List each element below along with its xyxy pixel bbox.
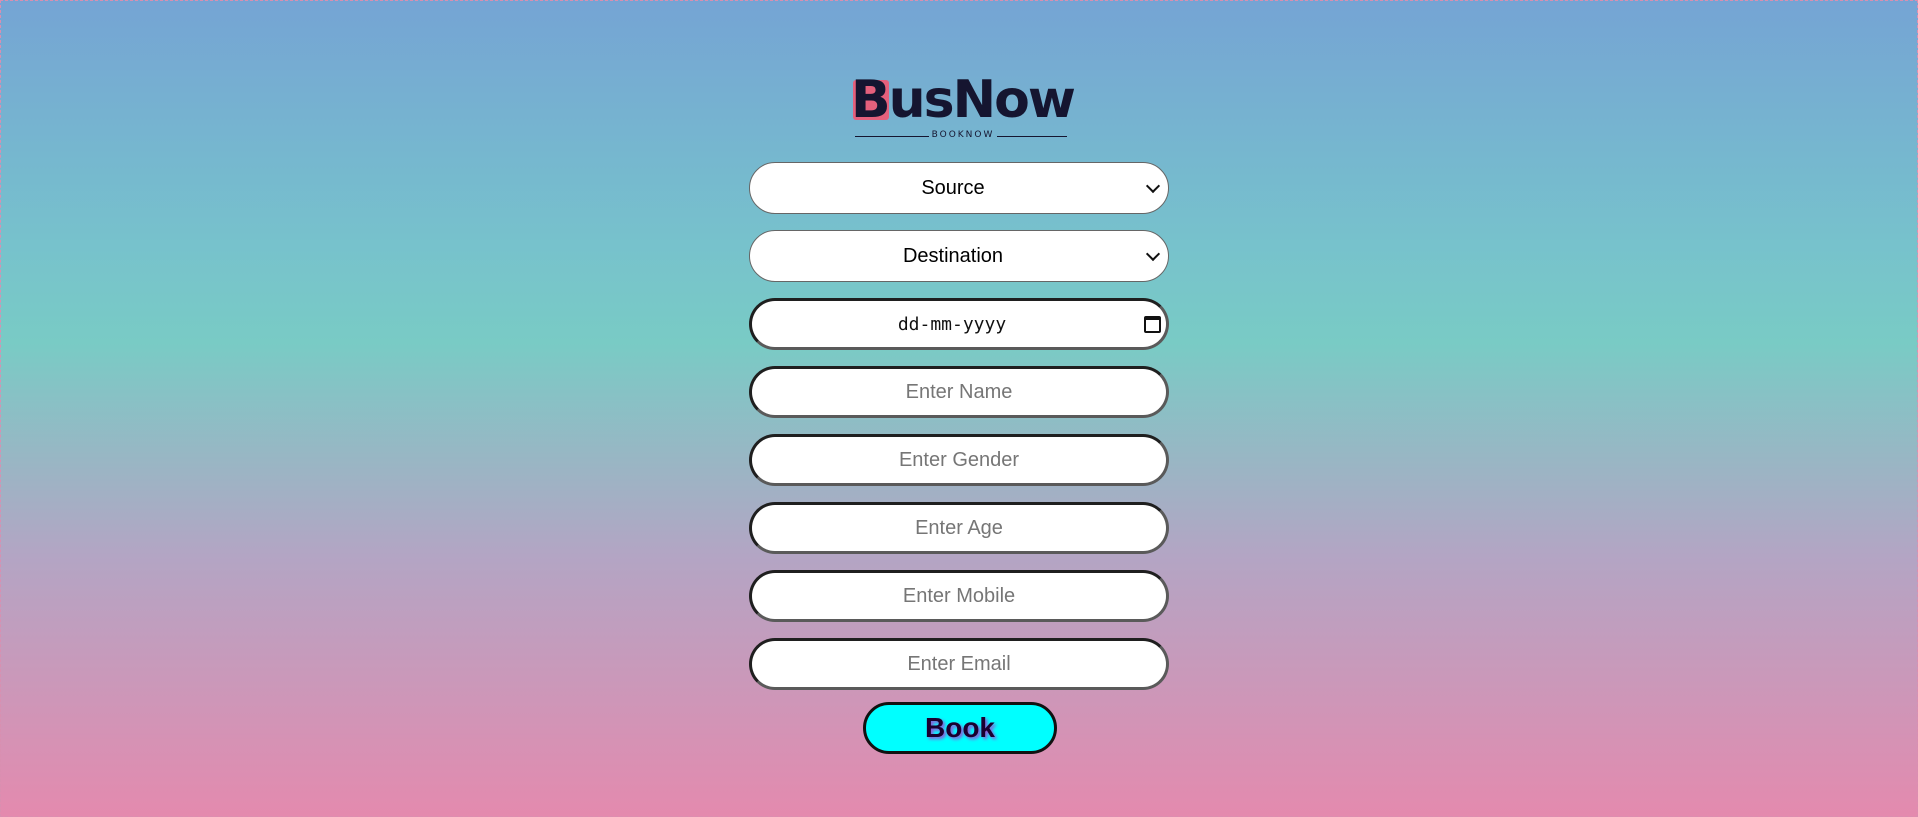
calendar-icon[interactable]: [1144, 316, 1161, 333]
logo-tagline: BOOKNOW: [931, 130, 995, 140]
busnow-logo: BusNow BOOKNOW: [849, 70, 1076, 150]
age-input[interactable]: [752, 505, 1166, 551]
destination-select-value: Destination: [902, 244, 1004, 267]
mobile-input[interactable]: [752, 573, 1166, 619]
email-input[interactable]: [752, 641, 1166, 687]
name-input[interactable]: [752, 369, 1166, 415]
logo-wordmark: BusNow: [851, 70, 1076, 130]
book-button[interactable]: Book: [863, 702, 1057, 754]
date-input-value: dd-mm-yyyy: [897, 313, 1007, 335]
chevron-down-icon: [1145, 178, 1161, 194]
source-select[interactable]: Source: [749, 162, 1169, 214]
source-select-value: Source: [921, 176, 985, 199]
booking-form: Source Destination dd-mm-yyyy: [749, 162, 1169, 706]
destination-select[interactable]: Destination: [749, 230, 1169, 282]
email-field-wrapper: [749, 638, 1169, 690]
chevron-down-icon: [1145, 246, 1161, 262]
date-input[interactable]: dd-mm-yyyy: [749, 298, 1169, 350]
logo-rule-right: [997, 136, 1067, 137]
mobile-field-wrapper: [749, 570, 1169, 622]
name-field-wrapper: [749, 366, 1169, 418]
gender-field-wrapper: [749, 434, 1169, 486]
gender-input[interactable]: [752, 437, 1166, 483]
age-field-wrapper: [749, 502, 1169, 554]
book-button-container: Book: [863, 702, 1057, 754]
logo-rule-left: [855, 136, 929, 137]
